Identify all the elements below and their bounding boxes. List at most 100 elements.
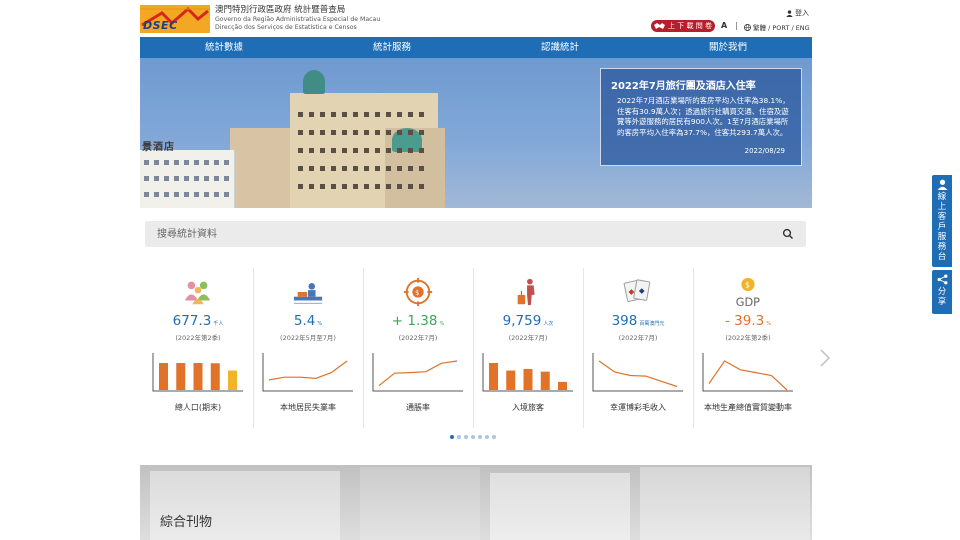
indicator-value: 9,759 人次 — [502, 313, 554, 329]
mini-chart-bar — [540, 371, 550, 390]
indicators-pager — [450, 435, 496, 439]
share-label: 分享 — [937, 287, 947, 307]
search-icon[interactable] — [782, 228, 794, 240]
mini-chart-bar — [523, 368, 533, 390]
gaming-icon — [623, 279, 651, 302]
banner-dome — [303, 70, 325, 94]
mini-chart-bar — [159, 363, 168, 390]
indicator-mini-chart — [262, 353, 353, 392]
indicator-period: (2022年7月) — [508, 334, 548, 342]
header-divider — [736, 22, 737, 30]
mini-chart-bar — [506, 370, 516, 390]
chevron-right-icon[interactable] — [818, 348, 832, 368]
indicator-card[interactable]: 9,759 人次 (2022年7月) 入境旅客 — [473, 268, 583, 428]
indicator-mini-chart — [482, 353, 573, 392]
share-icon — [937, 274, 947, 285]
indicators-pager-dot[interactable] — [471, 435, 475, 439]
indicator-separator — [693, 268, 694, 428]
indicator-value: 398 百萬澳門元 — [611, 313, 665, 329]
indicator-unit: 人次 — [543, 321, 554, 327]
indicator-separator — [253, 268, 254, 428]
indicator-mini-chart — [702, 353, 793, 392]
indicator-mini-chart — [372, 353, 463, 392]
indicator-card[interactable]: 398 百萬澳門元 (2022年7月) 幸運博彩毛收入 — [583, 268, 693, 428]
mini-chart-bar — [210, 363, 220, 390]
visitor-icon — [517, 278, 535, 306]
indicator-period: (2022年第2季) — [175, 334, 221, 342]
indicator-label: 入境旅客 — [512, 403, 544, 412]
mini-chart-line — [708, 360, 788, 391]
indicator-label: 本地居民失業率 — [280, 403, 336, 412]
indicators-pager-dot[interactable] — [492, 435, 496, 439]
share-button[interactable]: 分享 — [932, 270, 952, 314]
indicator-separator — [473, 268, 474, 428]
indicator-unit: 千人 — [213, 321, 224, 327]
user-icon — [937, 179, 947, 190]
organization-name: 澳門特別行政區政府 統計暨普查局 Governo da Região Admin… — [215, 5, 380, 32]
mini-chart-bar — [176, 363, 186, 390]
indicators-pager-dot[interactable] — [464, 435, 468, 439]
org-name-pt-1: Governo da Região Administrativa Especia… — [215, 16, 381, 23]
indicator-unit: 百萬澳門元 — [639, 321, 665, 327]
mini-chart-bar — [228, 370, 237, 390]
indicator-unit: % — [766, 321, 771, 327]
mini-chart-line — [598, 360, 678, 388]
indicator-card[interactable]: 677.3 千人 (2022年第2季) 總人口(期末) — [143, 268, 253, 428]
indicator-period: (2022年第2季) — [725, 334, 771, 342]
svg-text:$: $ — [745, 280, 750, 289]
indicators-pager-dot[interactable] — [457, 435, 461, 439]
search-input[interactable] — [157, 226, 757, 242]
nav-item-statistics[interactable]: 統計數據 — [140, 37, 308, 58]
indicator-period: (2022年7月) — [618, 334, 658, 342]
indicator-label: 本地生產總值實質變動率 — [704, 403, 792, 412]
handshake-icon — [654, 23, 666, 29]
mini-chart-bar — [193, 363, 203, 390]
indicator-mini-chart — [592, 353, 683, 392]
indicator-value: 677.3 千人 — [172, 313, 224, 329]
banner-body: 2022年7月酒店業場所的客房平均入住率為38.1%，住客有30.9萬人次；透過… — [617, 96, 790, 137]
inflation-icon: $ — [403, 277, 433, 307]
indicators-pager-dot[interactable] — [485, 435, 489, 439]
indicator-card[interactable]: 5.4% (2022年5月至7月) 本地居民失業率 — [253, 268, 363, 428]
mini-chart-line — [378, 360, 458, 387]
indicator-separator — [363, 268, 364, 428]
population-icon — [184, 281, 211, 305]
dsec-logo[interactable]: DSEC — [140, 5, 210, 33]
indicators-pager-dot[interactable] — [450, 435, 454, 439]
survey-download-button[interactable]: 上 下 載 問 卷 — [651, 20, 715, 32]
org-name-pt-2: Direcção dos Serviços de Estatística e C… — [215, 24, 357, 31]
org-name-zh: 澳門特別行政區政府 統計暨普查局 — [215, 5, 346, 15]
indicator-card[interactable]: $ + 1.38% (2022年7月) 通脹率 — [363, 268, 473, 428]
nav-item-about-us[interactable]: 關於我們 — [644, 37, 812, 58]
mini-chart-bar — [558, 381, 567, 390]
indicator-unit: % — [317, 321, 323, 327]
banner-caption[interactable]: 2022年7月旅行團及酒店入住率 2022年7月酒店業場所的客房平均入住率為38… — [600, 68, 802, 166]
indicator-separator — [583, 268, 584, 428]
login-link[interactable]: 登入 — [786, 8, 809, 18]
indicator-value: + 1.38% — [391, 313, 445, 329]
indicator-label: 總人口(期末) — [174, 403, 222, 412]
unemployment-icon — [293, 283, 323, 304]
indicator-value: - 39.3% — [725, 313, 771, 329]
search-bar — [145, 221, 806, 247]
banner-shop-sign: 景酒店 — [142, 142, 175, 153]
indicators-pager-dot[interactable] — [478, 435, 482, 439]
indicator-value: 5.4% — [293, 313, 323, 329]
svg-text:$: $ — [415, 289, 419, 297]
gdp-icon: $ GDP — [736, 277, 760, 308]
indicator-unit: % — [439, 321, 445, 327]
indicator-mini-chart — [152, 353, 243, 392]
banner-title: 2022年7月旅行團及酒店入住率 — [611, 81, 756, 92]
banner-date: 2022/08/29 — [744, 147, 785, 155]
font-size-button[interactable]: A — [721, 21, 727, 30]
logo-text: DSEC — [143, 19, 178, 32]
page: DSEC 澳門特別行政區政府 統計暨普查局 Governo da Região … — [0, 0, 960, 540]
nav-item-learn-statistics[interactable]: 認識統計 — [476, 37, 644, 58]
user-icon — [786, 9, 793, 17]
online-service-desk-button[interactable]: 線上客戶服務台 — [932, 175, 952, 267]
indicator-card[interactable]: $ GDP - 39.3% (2022年第2季) 本地生產總值實質變動率 — [693, 268, 803, 428]
language-switcher[interactable]: 繁體 / PORT / ENG — [744, 22, 810, 32]
mini-chart-bar — [489, 363, 498, 390]
nav-item-services[interactable]: 統計服務 — [308, 37, 476, 58]
indicator-period: (2022年5月至7月) — [280, 334, 336, 342]
